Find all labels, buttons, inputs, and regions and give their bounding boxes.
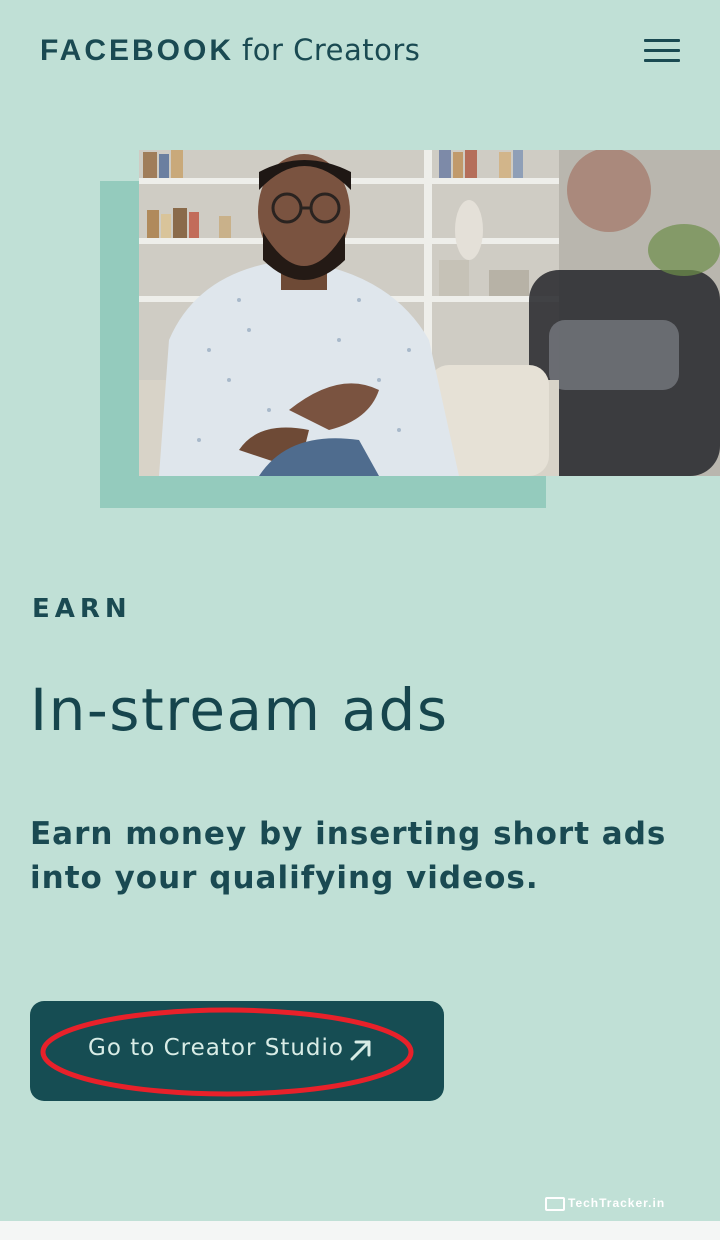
logo-suffix: for Creators	[242, 33, 421, 67]
hero-image	[139, 150, 720, 476]
menu-line	[644, 49, 680, 52]
menu-line	[644, 59, 680, 62]
cta-label: Go to Creator Studio	[88, 1035, 344, 1061]
arrow-up-right-icon	[348, 1037, 374, 1067]
site-header: FACEBOOK for Creators	[0, 0, 720, 100]
go-to-creator-studio-button[interactable]: Go to Creator Studio	[30, 1001, 444, 1101]
bottom-edge	[0, 1221, 720, 1240]
facebook-for-creators-logo[interactable]: FACEBOOK for Creators	[40, 30, 420, 71]
browser-icon	[545, 1196, 565, 1211]
hamburger-menu-icon[interactable]	[640, 36, 684, 66]
section-description: Earn money by inserting short ads into y…	[30, 816, 667, 896]
section-eyebrow: EARN	[32, 594, 132, 624]
logo-brand: FACEBOOK	[40, 34, 235, 67]
menu-line	[644, 39, 680, 42]
watermark-text: TechTracker.in	[568, 1196, 666, 1210]
watermark: TechTracker.in	[545, 1196, 665, 1211]
page-title: In-stream ads	[30, 676, 449, 744]
